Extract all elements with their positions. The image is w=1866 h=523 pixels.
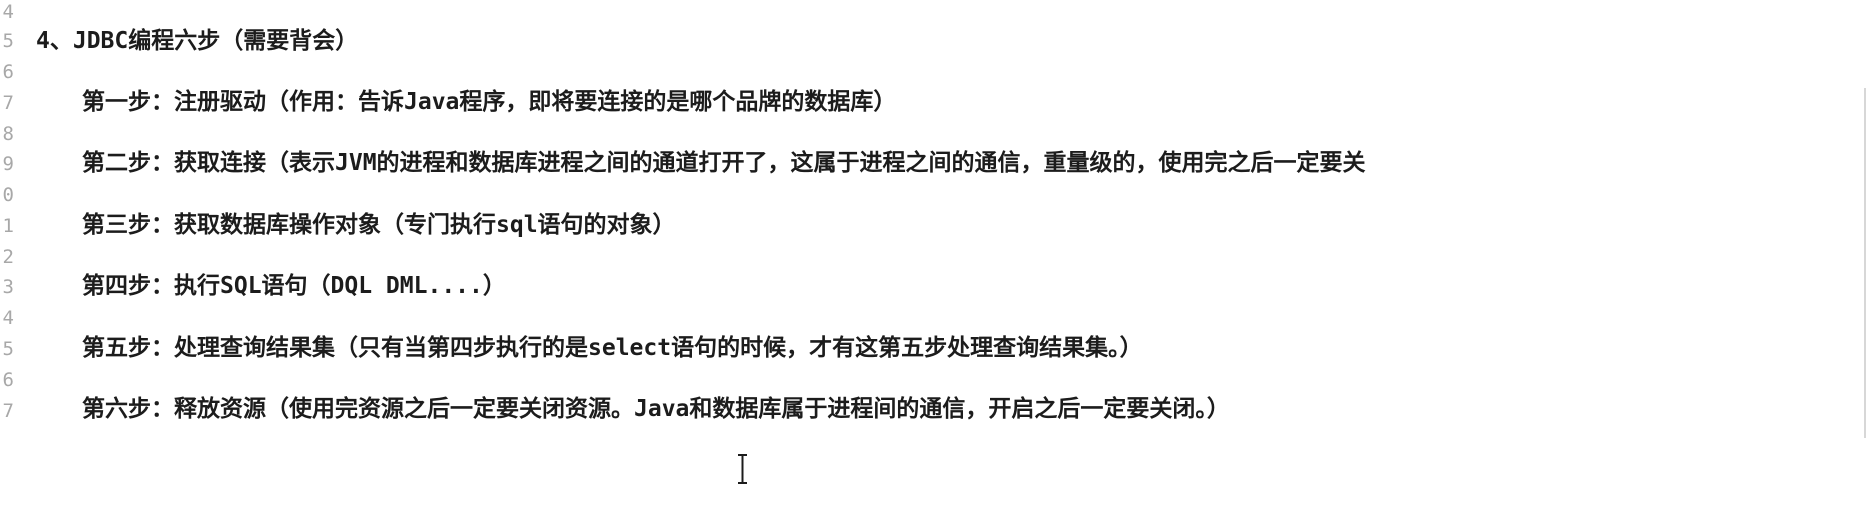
line-number: 9 (2, 153, 14, 175)
line-number: 5 (2, 338, 14, 360)
step-three-line[interactable]: 第三步：获取数据库操作对象（专门执行sql语句的对象） (82, 205, 676, 245)
heading-line[interactable]: 4、JDBC编程六步（需要背会） (36, 21, 358, 61)
line-number: 4 (2, 1, 14, 23)
line-number: 8 (2, 123, 14, 145)
line-number: 7 (2, 92, 14, 114)
line-number: 6 (2, 61, 14, 83)
step-two-line[interactable]: 第二步：获取连接（表示JVM的进程和数据库进程之间的通道打开了，这属于进程之间的… (82, 143, 1366, 183)
step-six-line[interactable]: 第六步：释放资源（使用完资源之后一定要关闭资源。Java和数据库属于进程间的通信… (82, 389, 1230, 429)
step-four-line[interactable]: 第四步：执行SQL语句（DQL DML....） (82, 266, 506, 306)
line-number: 0 (2, 184, 14, 206)
step-five-line[interactable]: 第五步：处理查询结果集（只有当第四步执行的是select语句的时候，才有这第五步… (82, 328, 1143, 368)
text-editor[interactable]: 4 5 6 7 8 9 0 1 2 3 4 5 6 7 4、JDBC编程六步（需… (0, 0, 1866, 523)
line-number: 7 (2, 400, 14, 422)
line-number: 3 (2, 276, 14, 298)
text-ibeam-icon (738, 454, 747, 484)
line-number: 1 (2, 215, 14, 237)
line-number: 4 (2, 307, 14, 329)
line-number: 5 (2, 30, 14, 52)
line-number: 2 (2, 246, 14, 268)
step-one-line[interactable]: 第一步：注册驱动（作用：告诉Java程序，即将要连接的是哪个品牌的数据库） (82, 82, 896, 122)
line-number-gutter: 4 5 6 7 8 9 0 1 2 3 4 5 6 7 (0, 0, 14, 523)
line-number: 6 (2, 369, 14, 391)
